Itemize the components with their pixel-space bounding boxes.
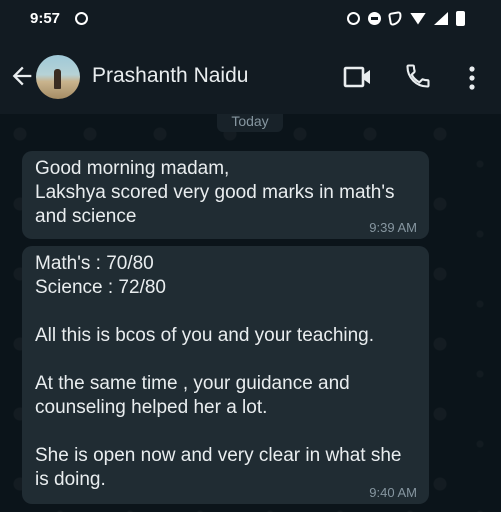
more-vert-icon bbox=[469, 66, 475, 90]
wifi-icon bbox=[410, 12, 426, 25]
back-arrow-icon bbox=[12, 66, 32, 86]
message-bubble[interactable]: Math's : 70/80 Science : 72/80 All this … bbox=[22, 246, 429, 504]
contact-name[interactable]: Prashanth Naidu bbox=[92, 64, 248, 88]
back-button[interactable] bbox=[8, 62, 36, 90]
status-icons bbox=[347, 10, 465, 27]
signal-icon bbox=[434, 12, 448, 25]
do-not-disturb-icon bbox=[368, 12, 381, 25]
message-timestamp: 9:40 AM bbox=[369, 485, 417, 500]
phone-icon bbox=[406, 64, 430, 88]
message-text: Math's : 70/80 Science : 72/80 All this … bbox=[35, 253, 402, 490]
voice-call-button[interactable] bbox=[404, 62, 432, 90]
wifi-calling-icon bbox=[387, 10, 404, 27]
chat-header: Prashanth Naidu bbox=[0, 40, 501, 114]
battery-icon bbox=[456, 11, 465, 26]
date-separator: Today bbox=[217, 114, 283, 132]
alarm-icon bbox=[347, 12, 360, 25]
avatar-person-silhouette bbox=[54, 69, 61, 89]
more-options-button[interactable] bbox=[464, 64, 480, 92]
chat-area[interactable]: Today Good morning madam, Lakshya scored… bbox=[0, 114, 501, 512]
status-time: 9:57 bbox=[30, 10, 61, 27]
video-call-icon bbox=[343, 66, 370, 88]
avatar[interactable] bbox=[36, 55, 80, 99]
app-notification-icon bbox=[75, 12, 88, 25]
video-call-button[interactable] bbox=[343, 64, 373, 90]
status-bar: 9:57 bbox=[0, 0, 501, 40]
message-timestamp: 9:39 AM bbox=[369, 220, 417, 235]
message-bubble[interactable]: Good morning madam, Lakshya scored very … bbox=[22, 151, 429, 239]
message-text: Good morning madam, Lakshya scored very … bbox=[35, 158, 395, 227]
